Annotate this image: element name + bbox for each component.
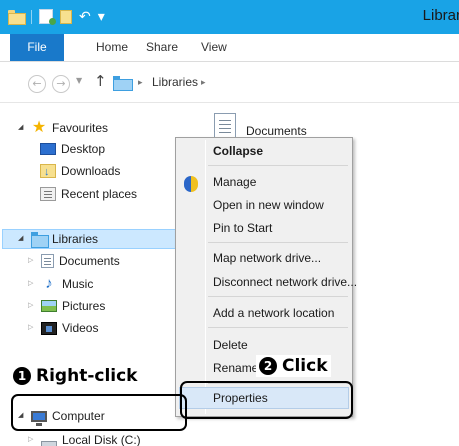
tab-share[interactable]: Share — [146, 34, 178, 61]
menu-gutter — [205, 140, 206, 414]
callout-frame-computer — [11, 394, 187, 431]
annotation-step-1: 1 Right-click — [10, 365, 141, 387]
menu-item-pin-to-start[interactable]: Pin to Start — [213, 218, 272, 238]
libraries-folder-icon — [113, 76, 133, 91]
menu-item-add-network-location[interactable]: Add a network location — [213, 303, 334, 323]
collapsed-arrow-icon[interactable]: ▷ — [28, 318, 36, 338]
nav-item-videos[interactable]: ▷ Videos — [28, 318, 98, 338]
tab-home[interactable]: Home — [96, 34, 128, 61]
nav-label: Desktop — [61, 142, 106, 156]
nav-label: Documents — [59, 254, 120, 268]
annotation-step-2: 2 Click — [256, 355, 331, 377]
step-number-badge: 2 — [259, 357, 277, 375]
tab-file[interactable]: File — [10, 34, 64, 61]
properties-icon[interactable] — [39, 9, 56, 25]
callout-frame-properties — [180, 381, 353, 419]
menu-separator — [208, 165, 348, 166]
annotation-text: Right-click — [36, 366, 138, 386]
ribbon: File Home Share View — [0, 34, 459, 62]
menu-item-disconnect-network-drive[interactable]: Disconnect network drive... — [213, 272, 357, 292]
desktop-icon — [40, 143, 56, 155]
document-icon — [41, 254, 54, 268]
nav-label: Libraries — [52, 232, 99, 246]
nav-label: Pictures — [62, 299, 106, 313]
nav-item-music[interactable]: ▷ ♪ Music — [28, 274, 93, 294]
nav-label: Downloads — [61, 164, 121, 178]
collapsed-arrow-icon[interactable]: ▷ — [28, 251, 36, 271]
toolbar-divider — [31, 9, 32, 24]
menu-item-map-network-drive[interactable]: Map network drive... — [213, 248, 321, 268]
videos-icon — [41, 321, 57, 335]
libraries-icon — [31, 232, 49, 248]
nav-label: Recent places — [61, 187, 138, 201]
nav-label: Local Disk (C:) — [62, 433, 141, 446]
collapsed-arrow-icon[interactable]: ▷ — [28, 296, 36, 316]
nav-item-desktop[interactable]: Desktop — [40, 139, 105, 159]
menu-item-rename[interactable]: Rename — [213, 358, 258, 378]
recent-places-icon — [40, 187, 56, 201]
step-number-badge: 1 — [13, 367, 31, 385]
nav-item-documents[interactable]: ▷ Documents — [28, 251, 120, 271]
nav-item-recent-places[interactable]: Recent places — [40, 184, 137, 204]
breadcrumb-separator-icon[interactable]: ▸ — [138, 77, 143, 88]
collapsed-arrow-icon[interactable]: ▷ — [28, 274, 36, 294]
local-disk-icon — [41, 440, 57, 446]
menu-item-manage[interactable]: Manage — [213, 172, 256, 192]
uac-shield-icon — [184, 176, 198, 192]
expanded-arrow-icon[interactable]: ◢ — [18, 118, 26, 138]
title-bar: ↶ ▾ Librar — [0, 0, 459, 34]
menu-separator — [208, 296, 348, 297]
address-bar: ← → ▼ ↑ ▸ Libraries ▸ — [0, 63, 459, 103]
menu-separator — [208, 242, 348, 243]
menu-item-delete[interactable]: Delete — [213, 335, 248, 355]
menu-item-collapse[interactable]: Collapse — [213, 141, 263, 161]
music-icon: ♪ — [45, 275, 53, 292]
nav-label: Favourites — [52, 121, 109, 135]
quick-access-toolbar: ↶ ▾ — [8, 9, 105, 25]
document-icon — [214, 113, 236, 139]
star-icon: ★ — [31, 119, 47, 136]
window-title: Librar — [422, 7, 459, 24]
nav-item-downloads[interactable]: Downloads — [40, 161, 121, 182]
back-button[interactable]: ← — [28, 75, 46, 93]
nav-item-local-disk[interactable]: ▷ Local Disk (C:) — [28, 430, 141, 446]
menu-item-open-in-new-window[interactable]: Open in new window — [213, 195, 324, 215]
forward-button[interactable]: → — [52, 75, 70, 93]
customize-dropdown-icon[interactable]: ▾ — [98, 10, 105, 24]
breadcrumb-libraries[interactable]: Libraries — [152, 75, 198, 89]
annotation-text: Click — [282, 356, 328, 376]
pictures-icon — [41, 300, 57, 312]
undo-icon[interactable]: ↶ — [79, 10, 91, 24]
collapsed-arrow-icon[interactable]: ▷ — [28, 430, 36, 446]
downloads-icon — [40, 162, 56, 182]
breadcrumb-separator-icon[interactable]: ▸ — [201, 77, 206, 88]
nav-label: Videos — [62, 321, 99, 335]
expanded-arrow-icon[interactable]: ◢ — [18, 229, 26, 249]
folder-icon — [8, 10, 26, 25]
recent-locations-dropdown-icon[interactable]: ▼ — [76, 76, 82, 85]
content-item-label: Documents — [246, 124, 307, 138]
new-folder-icon[interactable] — [60, 9, 72, 24]
menu-separator — [208, 327, 348, 328]
nav-favourites[interactable]: ◢ ★ Favourites — [18, 118, 108, 138]
up-button[interactable]: ↑ — [94, 72, 107, 90]
nav-libraries[interactable]: ◢ Libraries — [18, 229, 98, 249]
content-item-documents[interactable]: Documents — [214, 113, 307, 139]
nav-label: Music — [62, 277, 94, 291]
tab-view[interactable]: View — [201, 34, 227, 61]
nav-item-pictures[interactable]: ▷ Pictures — [28, 296, 105, 316]
